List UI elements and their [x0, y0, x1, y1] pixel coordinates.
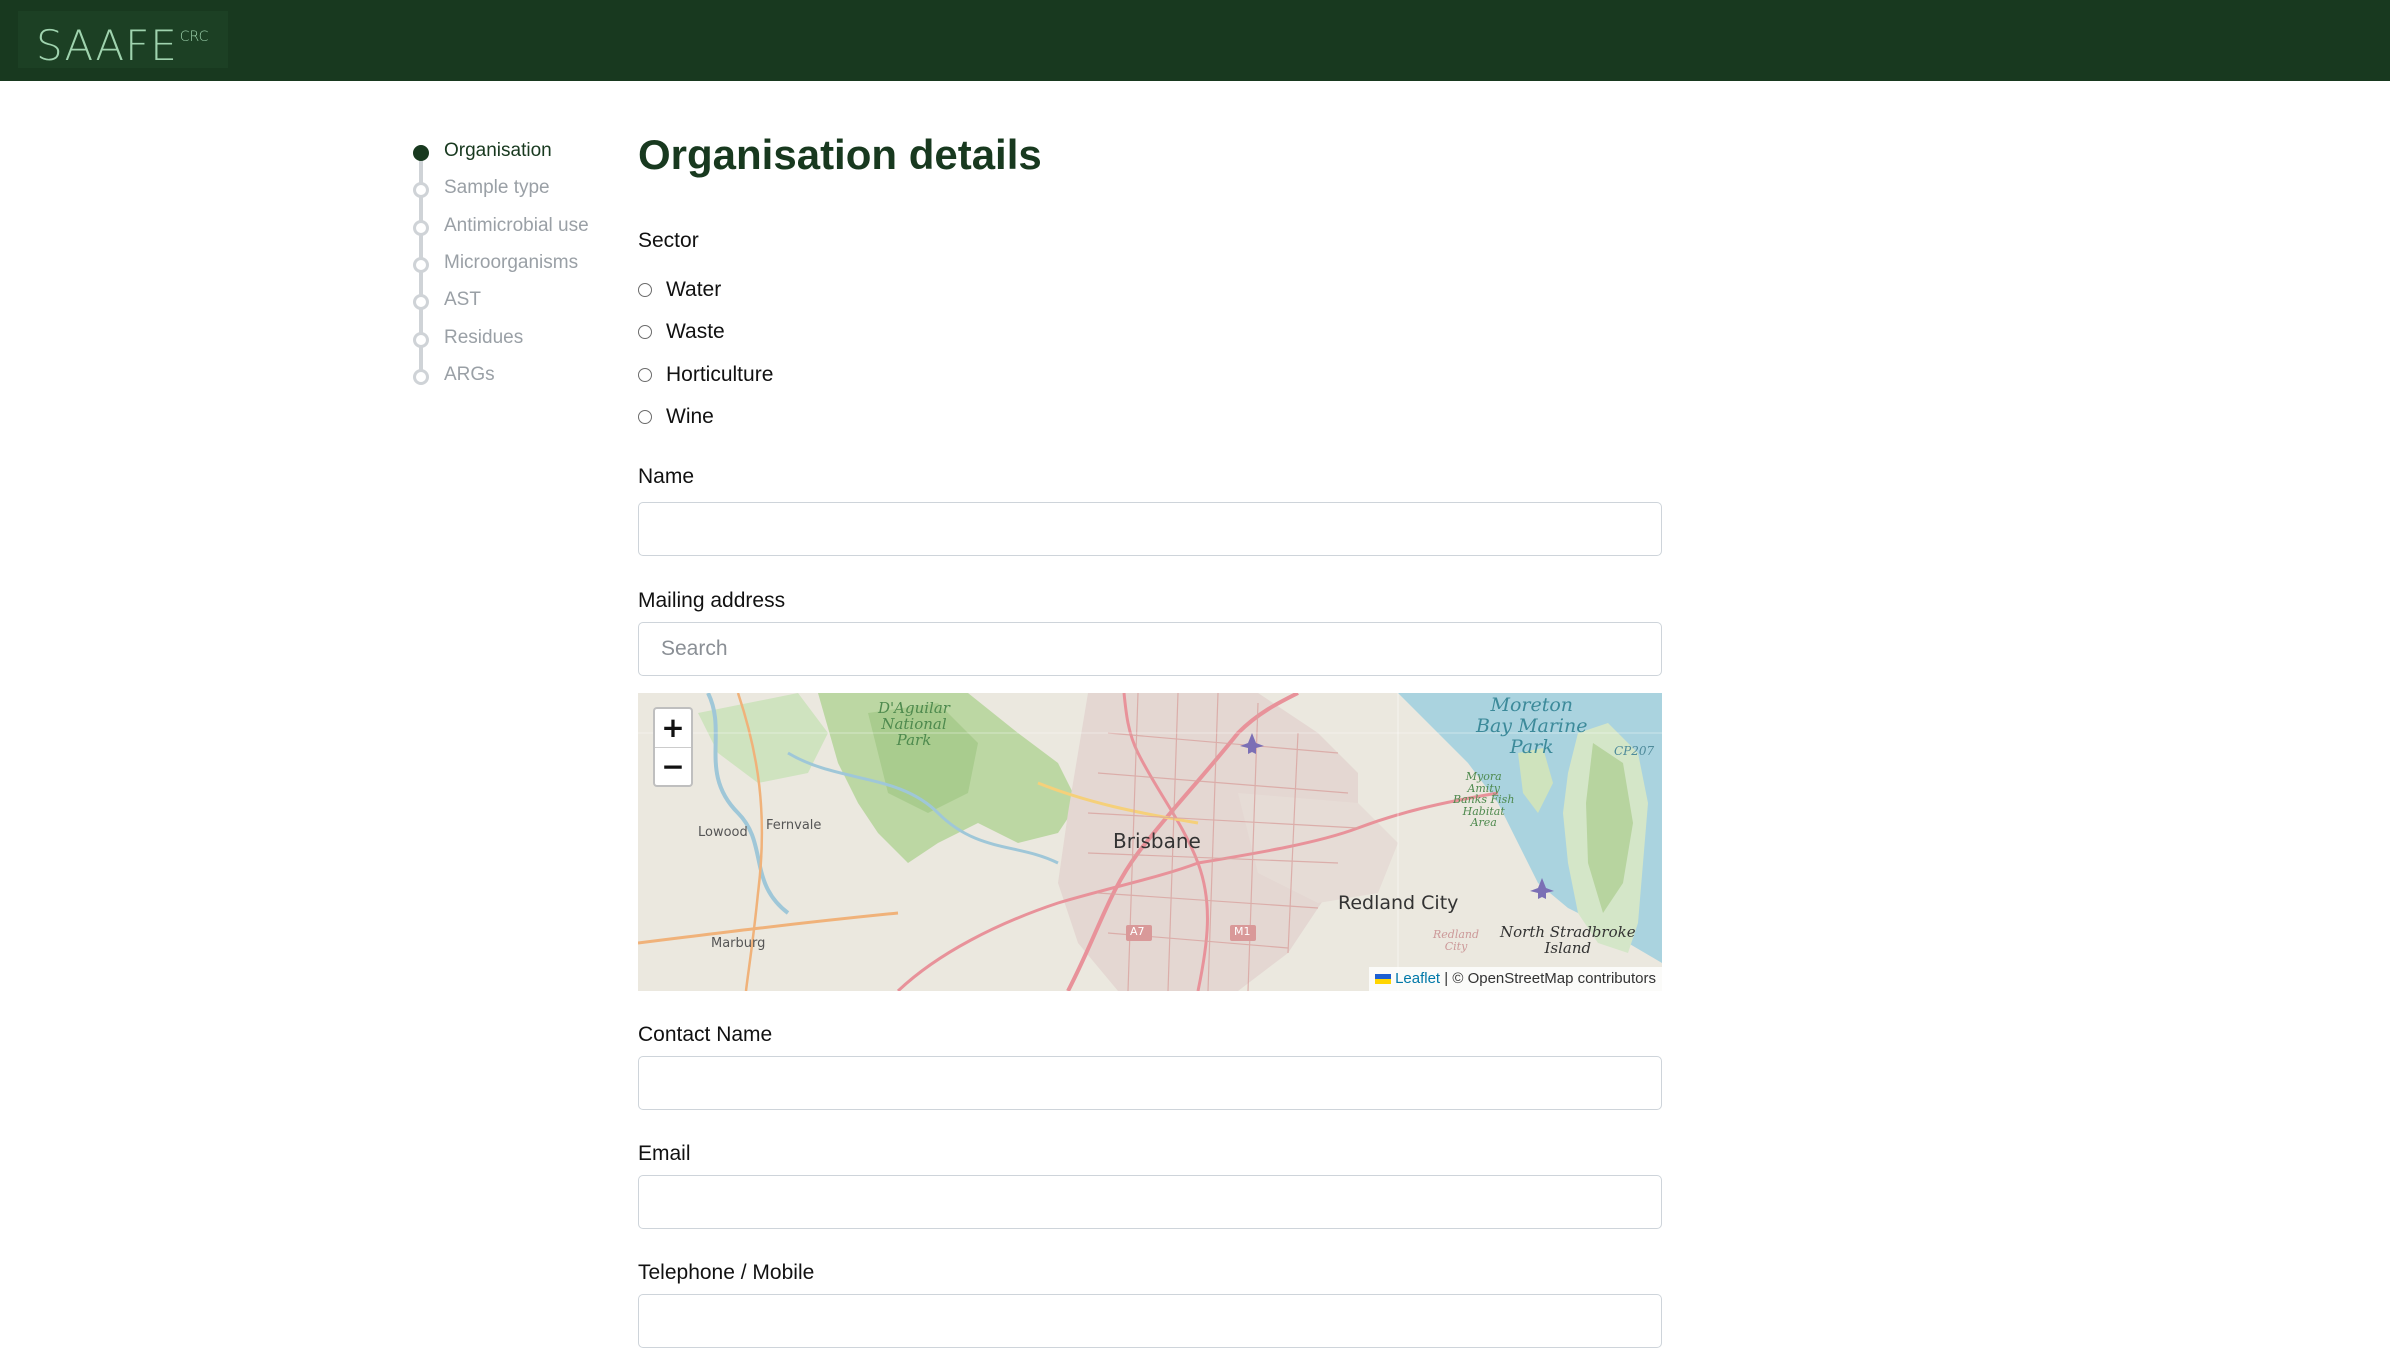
zoom-in-button[interactable]: +: [655, 709, 691, 748]
radio-label: Wine: [666, 405, 714, 428]
radio-button[interactable]: [638, 410, 652, 424]
radio-button[interactable]: [638, 325, 652, 339]
logo-superscript: CRC: [179, 29, 209, 45]
leaflet-link[interactable]: Leaflet: [1395, 970, 1440, 987]
step-dot: [413, 332, 429, 348]
mailing-address-search-input[interactable]: [638, 622, 1662, 676]
radio-label: Water: [666, 278, 722, 301]
label-line: Park: [1509, 735, 1554, 758]
telephone-input[interactable]: [638, 1294, 1662, 1348]
radio-waste[interactable]: Waste: [638, 320, 725, 344]
step-label: ARGs: [444, 364, 495, 385]
contact-name-label: Contact Name: [638, 1023, 773, 1046]
radio-water[interactable]: Water: [638, 278, 721, 302]
address-map[interactable]: Brisbane Redland City Lowood Fernvale Ma…: [638, 693, 1662, 991]
saafe-logo: SAAFE CRC: [36, 19, 208, 68]
map-label-brisbane: Brisbane: [1113, 829, 1201, 853]
step-dot-active: [413, 145, 429, 161]
mailing-address-label: Mailing address: [638, 589, 786, 612]
label-line: Area: [1470, 816, 1497, 830]
label-line: Moreton: [1490, 694, 1574, 716]
map-label-myora: Myora Amity Banks Fish Habitat Area: [1453, 771, 1514, 829]
step-label: Microorganisms: [444, 252, 579, 273]
name-label: Name: [638, 465, 695, 488]
step-label: AST: [444, 289, 481, 310]
step-label: Residues: [444, 327, 524, 348]
top-navigation-bar: SAAFE CRC: [0, 0, 2390, 81]
logo-text: SAAFE: [36, 21, 178, 70]
name-input[interactable]: [638, 502, 1662, 556]
map-attribution: Leaflet | © OpenStreetMap contributors: [1369, 967, 1662, 991]
map-label-north-stradbroke: North Stradbroke Island: [1500, 924, 1636, 957]
email-input[interactable]: [638, 1175, 1662, 1229]
telephone-label: Telephone / Mobile: [638, 1261, 815, 1284]
road-shield-a7: A7: [1130, 925, 1145, 938]
step-dot: [413, 369, 429, 385]
label-line: Bay Marine: [1476, 714, 1588, 737]
ukraine-flag-icon: [1375, 974, 1392, 984]
step-label: Antimicrobial use: [444, 215, 589, 236]
radio-horticulture[interactable]: Horticulture: [638, 363, 773, 387]
radio-button[interactable]: [638, 368, 652, 382]
road-shield-m1: M1: [1234, 925, 1251, 938]
contact-name-input[interactable]: [638, 1056, 1662, 1110]
step-dot: [413, 257, 429, 273]
map-label-moreton-bay: Moreton Bay Marine Park: [1476, 695, 1588, 758]
logo-container[interactable]: SAAFE CRC: [18, 11, 228, 68]
email-label: Email: [638, 1142, 691, 1165]
attribution-text: | © OpenStreetMap contributors: [1444, 970, 1656, 987]
radio-label: Horticulture: [666, 363, 774, 386]
map-label-marburg: Marburg: [711, 936, 766, 951]
step-dot: [413, 294, 429, 310]
label-line: Park: [896, 730, 932, 749]
step-dot: [413, 182, 429, 198]
radio-label: Waste: [666, 320, 725, 343]
page-title: Organisation details: [638, 131, 1042, 178]
label-line: Island: [1544, 938, 1592, 957]
map-label-fernvale: Fernvale: [766, 818, 822, 833]
sector-label: Sector: [638, 229, 699, 252]
step-label: Sample type: [444, 177, 550, 198]
step-label: Organisation: [444, 140, 552, 161]
map-label-cp207: CP207: [1614, 744, 1655, 758]
radio-button[interactable]: [638, 283, 652, 297]
label-line: City: [1444, 939, 1468, 953]
map-label-lowood: Lowood: [698, 825, 748, 840]
map-label-redland-city: Redland City: [1338, 892, 1459, 914]
map-label-redland-small: Redland City: [1433, 929, 1479, 952]
step-dot: [413, 220, 429, 236]
zoom-out-button[interactable]: −: [655, 748, 691, 786]
map-label-d-aguilar: D'Aguilar National Park: [878, 700, 950, 749]
radio-wine[interactable]: Wine: [638, 405, 714, 429]
map-zoom-control: + −: [653, 707, 693, 787]
